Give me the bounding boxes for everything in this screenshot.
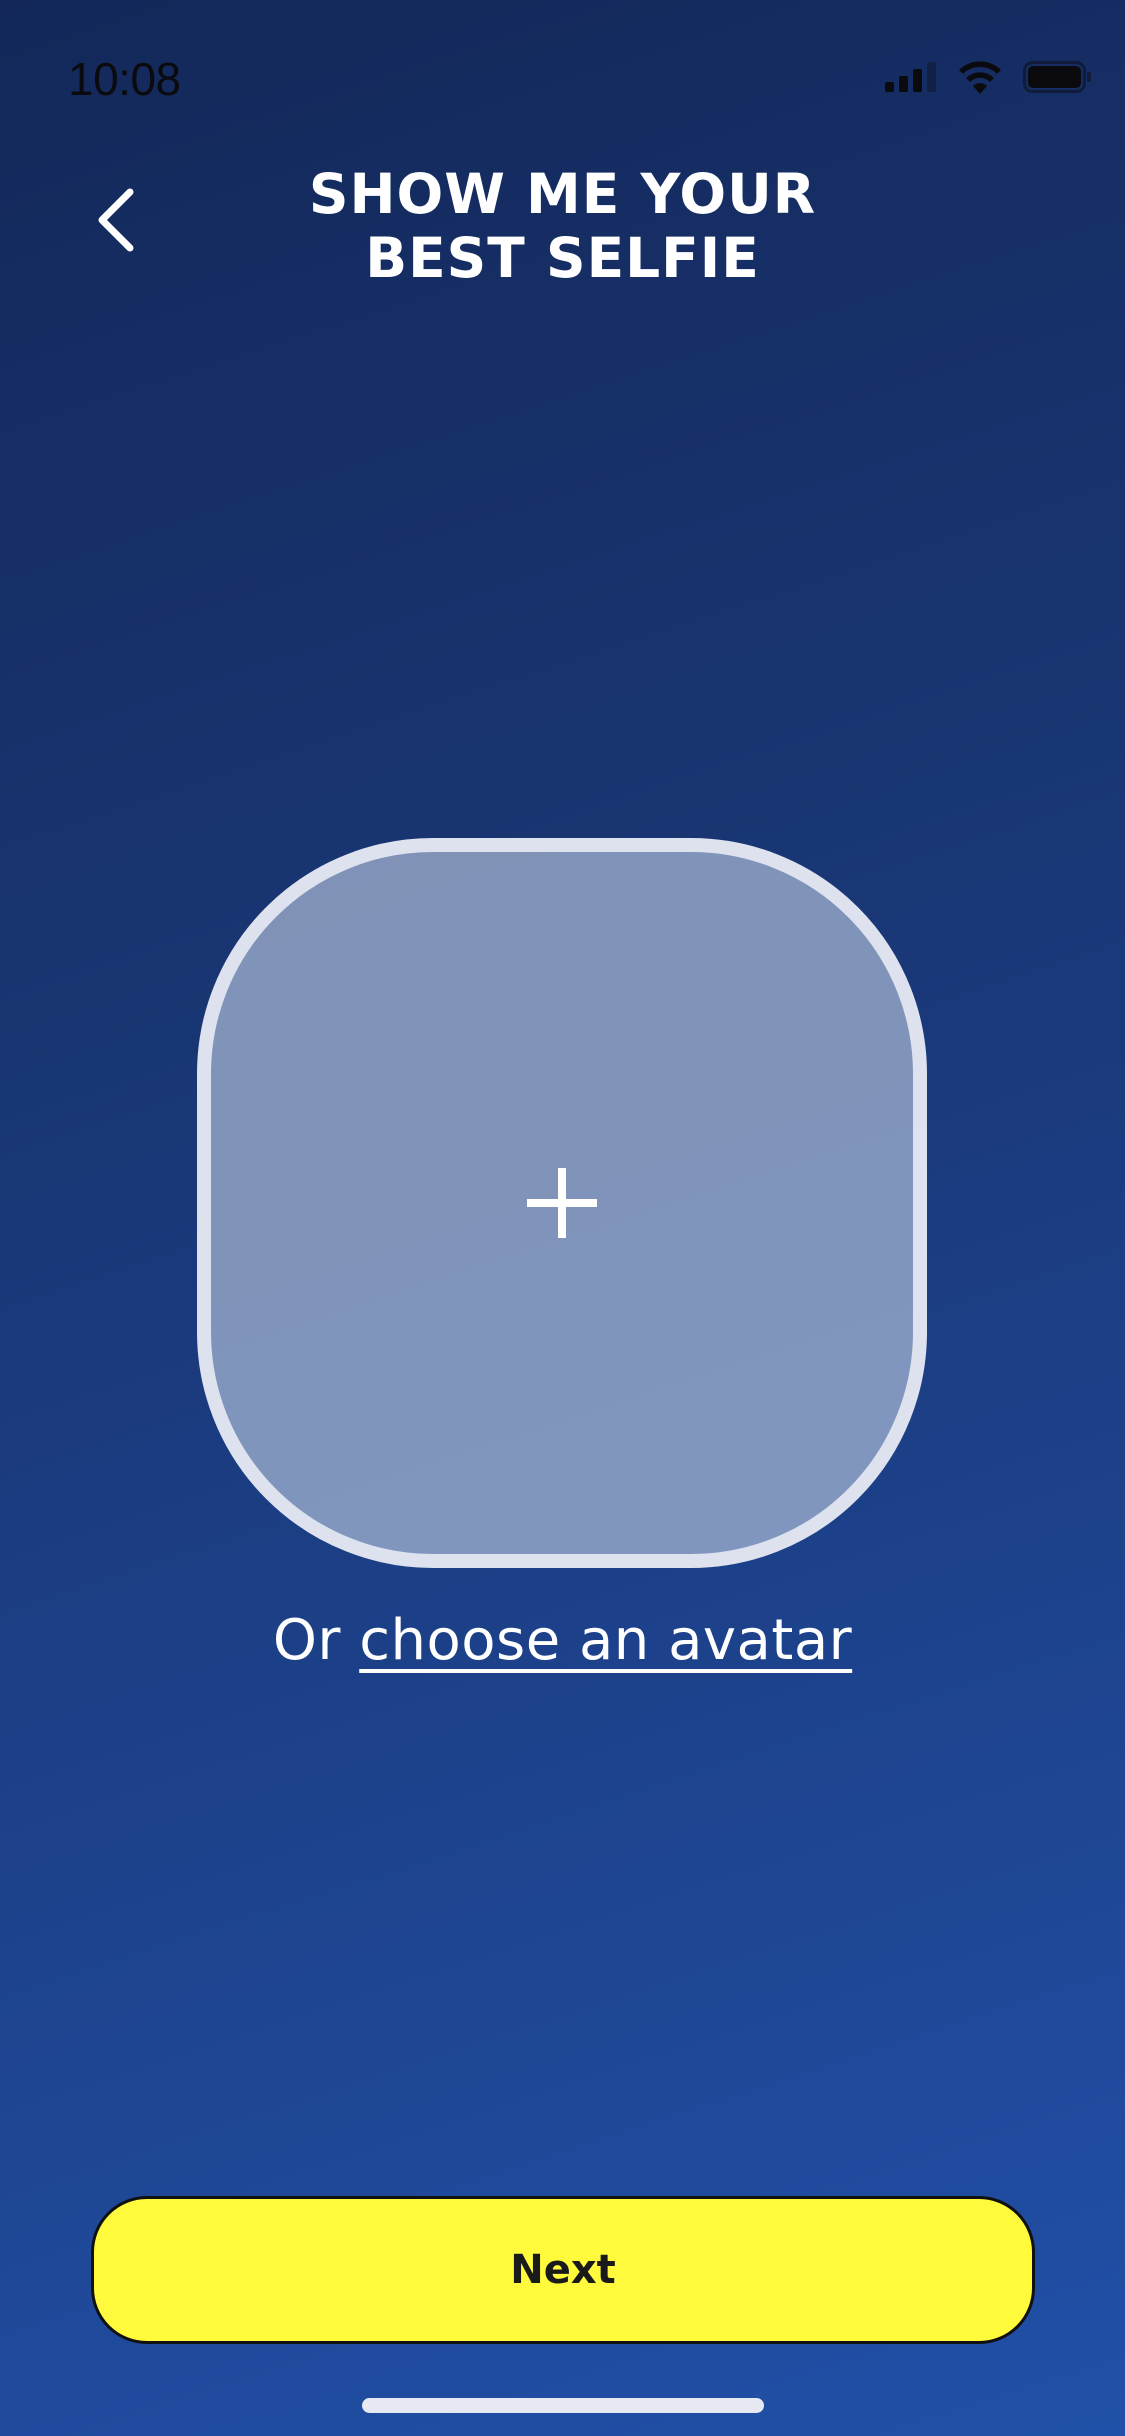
- add-photo-button[interactable]: [197, 838, 927, 1568]
- wifi-icon: [959, 61, 1001, 94]
- page-title: SHOW ME YOUR BEST SELFIE: [200, 162, 925, 290]
- chevron-left-icon: [98, 188, 134, 252]
- next-button[interactable]: Next: [91, 2196, 1035, 2344]
- signal-icon: [885, 62, 936, 92]
- home-indicator: [362, 2398, 764, 2413]
- status-bar: 10:08: [0, 0, 1125, 150]
- plus-icon: [527, 1168, 597, 1238]
- status-time: 10:08: [68, 53, 181, 105]
- page-title-line-2: BEST SELFIE: [365, 226, 760, 290]
- status-icons: [885, 60, 1091, 94]
- avatar-option: Or choose an avatar: [0, 1608, 1125, 1673]
- page-title-line-1: SHOW ME YOUR: [308, 162, 817, 226]
- avatar-option-prefix: Or: [272, 1608, 341, 1673]
- back-button[interactable]: [80, 180, 152, 260]
- battery-icon: [1023, 61, 1091, 93]
- choose-avatar-link[interactable]: choose an avatar: [359, 1608, 852, 1673]
